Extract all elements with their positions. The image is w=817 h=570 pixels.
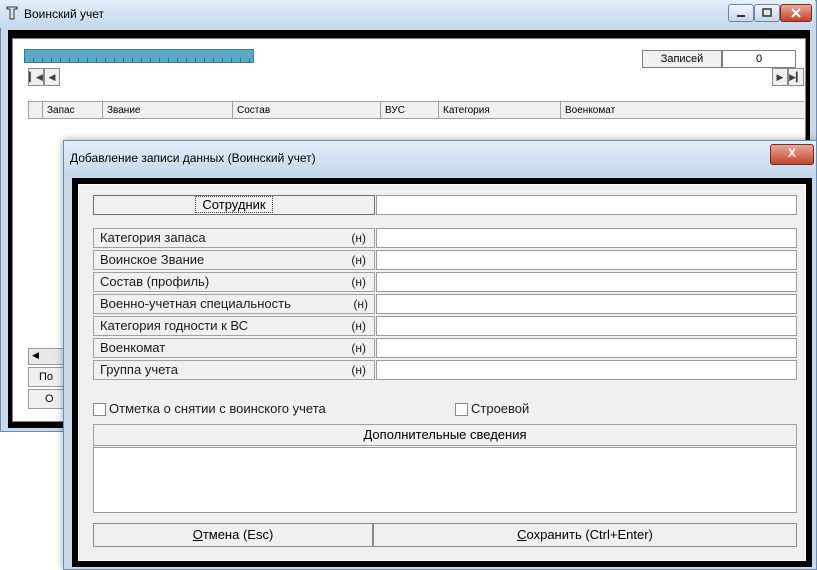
dialog-title-bar[interactable]: Добавление записи данных (Воинский учет)… — [64, 141, 816, 173]
field-label-composition[interactable]: Состав (профиль) (н) — [93, 272, 375, 292]
grid-header: Запас Звание Состав ВУС Категория Военко… — [28, 101, 804, 119]
employee-button[interactable]: Сотрудник — [93, 195, 375, 215]
field-label-reserve-category[interactable]: Категория запаса (н) — [93, 228, 375, 248]
next-record-button[interactable]: ▶ — [772, 68, 788, 86]
removed-checkbox-label: Отметка о снятии с воинского учета — [109, 401, 326, 416]
field-label-group[interactable]: Группа учета (н) — [93, 360, 375, 380]
column-header[interactable]: Звание — [102, 102, 232, 119]
employee-field[interactable] — [376, 195, 797, 215]
column-header[interactable]: Военкомат — [560, 102, 804, 119]
column-header[interactable]: ВУС — [380, 102, 438, 119]
prev-icon: ◀ — [48, 72, 56, 82]
close-icon: X — [787, 146, 796, 160]
grid-indicator-column — [28, 102, 42, 119]
column-header[interactable]: Категория — [438, 102, 560, 119]
main-close-button[interactable] — [780, 4, 812, 22]
combat-checkbox[interactable]: Строевой — [455, 401, 529, 416]
save-button[interactable]: Сохранить (Ctrl+Enter) — [373, 523, 797, 547]
dialog-title: Добавление записи данных (Воинский учет) — [70, 151, 316, 165]
combat-checkbox-label: Строевой — [471, 401, 530, 416]
specialty-input[interactable] — [376, 294, 797, 314]
field-flag: (н) — [351, 253, 366, 267]
first-record-button[interactable]: ▎◀ — [28, 68, 44, 86]
last-record-button[interactable]: ▶▎ — [788, 68, 804, 86]
field-label-text: Группа учета — [100, 362, 178, 377]
maximize-icon — [762, 8, 772, 17]
military-rank-input[interactable] — [376, 250, 797, 270]
checkbox-box[interactable] — [93, 403, 106, 416]
reserve-category-input[interactable] — [376, 228, 797, 248]
commissariat-input[interactable] — [376, 338, 797, 358]
minimize-icon — [737, 15, 745, 17]
fitness-input[interactable] — [376, 316, 797, 336]
field-label-commissariat[interactable]: Военкомат (н) — [93, 338, 375, 358]
main-title-bar[interactable]: Воинский учет — [0, 0, 815, 28]
close-icon — [791, 8, 801, 18]
extra-info-header: Дополнительные сведения — [93, 424, 797, 446]
progress-ticks — [24, 58, 254, 63]
field-flag: (н) — [351, 275, 366, 289]
column-header[interactable]: Состав — [232, 102, 380, 119]
dialog-close-button[interactable]: X — [770, 144, 814, 165]
app-icon — [6, 6, 18, 20]
minimize-button[interactable] — [728, 4, 754, 22]
employee-button-label: Сотрудник — [195, 196, 273, 213]
group-input[interactable] — [376, 360, 797, 380]
field-flag: (н) — [353, 295, 368, 313]
cancel-button[interactable]: Отмена (Esc) — [93, 523, 373, 547]
column-header[interactable]: Запас — [42, 102, 102, 119]
field-label-specialty[interactable]: Военно-учетная специальность (н) — [93, 294, 375, 314]
checkbox-box[interactable] — [455, 403, 468, 416]
field-label-text: Военкомат — [100, 340, 166, 355]
field-label-text: Категория запаса — [100, 230, 206, 245]
scroll-left-icon: ◀ — [32, 350, 39, 360]
main-window-title: Воинский учет — [24, 7, 105, 21]
field-flag: (н) — [351, 341, 366, 355]
removed-checkbox[interactable]: Отметка о снятии с воинского учета — [93, 401, 326, 416]
records-count: 0 — [722, 50, 796, 68]
last-icon: ▶▎ — [789, 72, 803, 82]
field-flag: (н) — [351, 363, 366, 377]
field-label-text: Категория годности к ВС — [100, 318, 249, 333]
save-accel: С — [517, 527, 527, 542]
field-label-military-rank[interactable]: Воинское Звание (н) — [93, 250, 375, 270]
maximize-button[interactable] — [754, 4, 780, 22]
field-label-text: Состав (профиль) — [100, 274, 210, 289]
field-label-text: Воинское Звание — [100, 252, 205, 267]
composition-input[interactable] — [376, 272, 797, 292]
first-icon: ▎◀ — [29, 72, 43, 82]
cancel-label: тмена (Esc) — [202, 527, 274, 542]
cancel-accel: О — [192, 527, 203, 542]
prev-record-button[interactable]: ◀ — [44, 68, 60, 86]
field-flag: (н) — [351, 319, 366, 333]
field-label-fitness[interactable]: Категория годности к ВС (н) — [93, 316, 375, 336]
next-icon: ▶ — [776, 72, 784, 82]
save-label: охранить (Ctrl+Enter) — [526, 527, 653, 542]
records-label: Записей — [642, 50, 722, 68]
field-flag: (н) — [351, 231, 366, 245]
field-label-text: Военно-учетная специальность — [100, 296, 291, 311]
extra-info-textarea[interactable] — [93, 447, 797, 513]
